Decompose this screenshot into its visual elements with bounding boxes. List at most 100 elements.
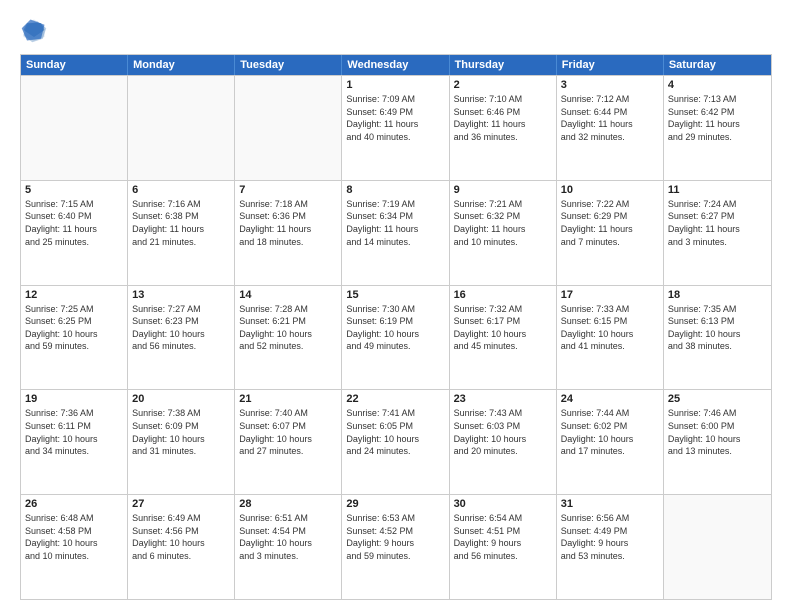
calendar-row-1: 1 Sunrise: 7:09 AM Sunset: 6:49 PM Daylig… (21, 75, 771, 180)
cell-day-number: 9 (454, 184, 552, 196)
cell-info: Sunrise: 7:33 AM Sunset: 6:15 PM Dayligh… (561, 303, 659, 353)
cell-day-number: 20 (132, 393, 230, 405)
cell-day-number: 24 (561, 393, 659, 405)
header-day-monday: Monday (128, 55, 235, 75)
calendar-cell (21, 76, 128, 180)
cell-day-number: 12 (25, 289, 123, 301)
cell-day-number: 14 (239, 289, 337, 301)
cell-info: Sunrise: 7:40 AM Sunset: 6:07 PM Dayligh… (239, 407, 337, 457)
calendar-cell: 18 Sunrise: 7:35 AM Sunset: 6:13 PM Dayli… (664, 286, 771, 390)
calendar-cell: 24 Sunrise: 7:44 AM Sunset: 6:02 PM Dayli… (557, 390, 664, 494)
cell-day-number: 11 (668, 184, 767, 196)
cell-day-number: 26 (25, 498, 123, 510)
cell-info: Sunrise: 7:24 AM Sunset: 6:27 PM Dayligh… (668, 198, 767, 248)
cell-info: Sunrise: 7:44 AM Sunset: 6:02 PM Dayligh… (561, 407, 659, 457)
cell-info: Sunrise: 7:09 AM Sunset: 6:49 PM Dayligh… (346, 93, 444, 143)
calendar-cell: 12Sunrise: 7:25 AM Sunset: 6:25 PM Dayli… (21, 286, 128, 390)
calendar-cell (128, 76, 235, 180)
calendar-cell: 19 Sunrise: 7:36 AM Sunset: 6:11 PM Dayli… (21, 390, 128, 494)
calendar-row-3: 12Sunrise: 7:25 AM Sunset: 6:25 PM Dayli… (21, 285, 771, 390)
calendar-cell: 3 Sunrise: 7:12 AM Sunset: 6:44 PM Daylig… (557, 76, 664, 180)
calendar-cell (235, 76, 342, 180)
calendar-row-5: 26Sunrise: 6:48 AM Sunset: 4:58 PM Dayli… (21, 494, 771, 599)
cell-info: Sunrise: 7:16 AM Sunset: 6:38 PM Dayligh… (132, 198, 230, 248)
cell-info: Sunrise: 7:43 AM Sunset: 6:03 PM Dayligh… (454, 407, 552, 457)
cell-info: Sunrise: 7:13 AM Sunset: 6:42 PM Dayligh… (668, 93, 767, 143)
cell-day-number: 17 (561, 289, 659, 301)
cell-day-number: 1 (346, 79, 444, 91)
cell-info: Sunrise: 7:15 AM Sunset: 6:40 PM Dayligh… (25, 198, 123, 248)
header-day-sunday: Sunday (21, 55, 128, 75)
cell-day-number: 29 (346, 498, 444, 510)
calendar-cell: 11 Sunrise: 7:24 AM Sunset: 6:27 PM Dayli… (664, 181, 771, 285)
cell-info: Sunrise: 7:12 AM Sunset: 6:44 PM Dayligh… (561, 93, 659, 143)
cell-day-number: 10 (561, 184, 659, 196)
cell-info: Sunrise: 7:22 AM Sunset: 6:29 PM Dayligh… (561, 198, 659, 248)
calendar-cell: 28Sunrise: 6:51 AM Sunset: 4:54 PM Dayli… (235, 495, 342, 599)
cell-day-number: 15 (346, 289, 444, 301)
cell-info: Sunrise: 7:38 AM Sunset: 6:09 PM Dayligh… (132, 407, 230, 457)
cell-day-number: 8 (346, 184, 444, 196)
calendar-cell: 23Sunrise: 7:43 AM Sunset: 6:03 PM Dayli… (450, 390, 557, 494)
calendar-cell: 30 Sunrise: 6:54 AM Sunset: 4:51 PM Dayli… (450, 495, 557, 599)
calendar-cell: 14 Sunrise: 7:28 AM Sunset: 6:21 PM Dayli… (235, 286, 342, 390)
calendar-cell: 26Sunrise: 6:48 AM Sunset: 4:58 PM Dayli… (21, 495, 128, 599)
cell-info: Sunrise: 7:10 AM Sunset: 6:46 PM Dayligh… (454, 93, 552, 143)
header-day-friday: Friday (557, 55, 664, 75)
calendar-cell: 15 Sunrise: 7:30 AM Sunset: 6:19 PM Dayli… (342, 286, 449, 390)
header-day-thursday: Thursday (450, 55, 557, 75)
cell-info: Sunrise: 7:30 AM Sunset: 6:19 PM Dayligh… (346, 303, 444, 353)
calendar-cell: 22Sunrise: 7:41 AM Sunset: 6:05 PM Dayli… (342, 390, 449, 494)
cell-info: Sunrise: 7:21 AM Sunset: 6:32 PM Dayligh… (454, 198, 552, 248)
header-day-tuesday: Tuesday (235, 55, 342, 75)
calendar-row-4: 19 Sunrise: 7:36 AM Sunset: 6:11 PM Dayli… (21, 389, 771, 494)
calendar-cell: 29Sunrise: 6:53 AM Sunset: 4:52 PM Dayli… (342, 495, 449, 599)
cell-day-number: 25 (668, 393, 767, 405)
calendar-cell: 8Sunrise: 7:19 AM Sunset: 6:34 PM Daylig… (342, 181, 449, 285)
cell-info: Sunrise: 6:54 AM Sunset: 4:51 PM Dayligh… (454, 512, 552, 562)
cell-day-number: 5 (25, 184, 123, 196)
calendar-cell: 2 Sunrise: 7:10 AM Sunset: 6:46 PM Daylig… (450, 76, 557, 180)
calendar-cell (664, 495, 771, 599)
cell-info: Sunrise: 7:35 AM Sunset: 6:13 PM Dayligh… (668, 303, 767, 353)
cell-day-number: 19 (25, 393, 123, 405)
cell-day-number: 18 (668, 289, 767, 301)
cell-day-number: 13 (132, 289, 230, 301)
cell-info: Sunrise: 7:46 AM Sunset: 6:00 PM Dayligh… (668, 407, 767, 457)
calendar-cell: 20 Sunrise: 7:38 AM Sunset: 6:09 PM Dayli… (128, 390, 235, 494)
calendar-cell: 1 Sunrise: 7:09 AM Sunset: 6:49 PM Daylig… (342, 76, 449, 180)
cell-info: Sunrise: 7:36 AM Sunset: 6:11 PM Dayligh… (25, 407, 123, 457)
calendar-cell: 25 Sunrise: 7:46 AM Sunset: 6:00 PM Dayli… (664, 390, 771, 494)
cell-day-number: 2 (454, 79, 552, 91)
calendar-header: SundayMondayTuesdayWednesdayThursdayFrid… (21, 55, 771, 75)
cell-info: Sunrise: 7:18 AM Sunset: 6:36 PM Dayligh… (239, 198, 337, 248)
cell-day-number: 30 (454, 498, 552, 510)
calendar-cell: 13Sunrise: 7:27 AM Sunset: 6:23 PM Dayli… (128, 286, 235, 390)
cell-info: Sunrise: 7:32 AM Sunset: 6:17 PM Dayligh… (454, 303, 552, 353)
calendar-cell: 10 Sunrise: 7:22 AM Sunset: 6:29 PM Dayli… (557, 181, 664, 285)
cell-day-number: 7 (239, 184, 337, 196)
cell-day-number: 31 (561, 498, 659, 510)
cell-info: Sunrise: 7:28 AM Sunset: 6:21 PM Dayligh… (239, 303, 337, 353)
calendar-body: 1 Sunrise: 7:09 AM Sunset: 6:49 PM Daylig… (21, 75, 771, 599)
cell-info: Sunrise: 6:49 AM Sunset: 4:56 PM Dayligh… (132, 512, 230, 562)
calendar-cell: 21Sunrise: 7:40 AM Sunset: 6:07 PM Dayli… (235, 390, 342, 494)
page: SundayMondayTuesdayWednesdayThursdayFrid… (0, 0, 792, 612)
header (20, 16, 772, 44)
calendar-cell: 16 Sunrise: 7:32 AM Sunset: 6:17 PM Dayli… (450, 286, 557, 390)
cell-day-number: 3 (561, 79, 659, 91)
calendar-cell: 5 Sunrise: 7:15 AM Sunset: 6:40 PM Daylig… (21, 181, 128, 285)
calendar-cell: 9 Sunrise: 7:21 AM Sunset: 6:32 PM Daylig… (450, 181, 557, 285)
cell-day-number: 27 (132, 498, 230, 510)
calendar: SundayMondayTuesdayWednesdayThursdayFrid… (20, 54, 772, 600)
cell-info: Sunrise: 7:41 AM Sunset: 6:05 PM Dayligh… (346, 407, 444, 457)
calendar-cell: 31 Sunrise: 6:56 AM Sunset: 4:49 PM Dayli… (557, 495, 664, 599)
calendar-cell: 27 Sunrise: 6:49 AM Sunset: 4:56 PM Dayli… (128, 495, 235, 599)
calendar-cell: 7 Sunrise: 7:18 AM Sunset: 6:36 PM Daylig… (235, 181, 342, 285)
calendar-row-2: 5 Sunrise: 7:15 AM Sunset: 6:40 PM Daylig… (21, 180, 771, 285)
header-day-wednesday: Wednesday (342, 55, 449, 75)
cell-info: Sunrise: 6:56 AM Sunset: 4:49 PM Dayligh… (561, 512, 659, 562)
calendar-cell: 17 Sunrise: 7:33 AM Sunset: 6:15 PM Dayli… (557, 286, 664, 390)
cell-day-number: 16 (454, 289, 552, 301)
cell-day-number: 6 (132, 184, 230, 196)
